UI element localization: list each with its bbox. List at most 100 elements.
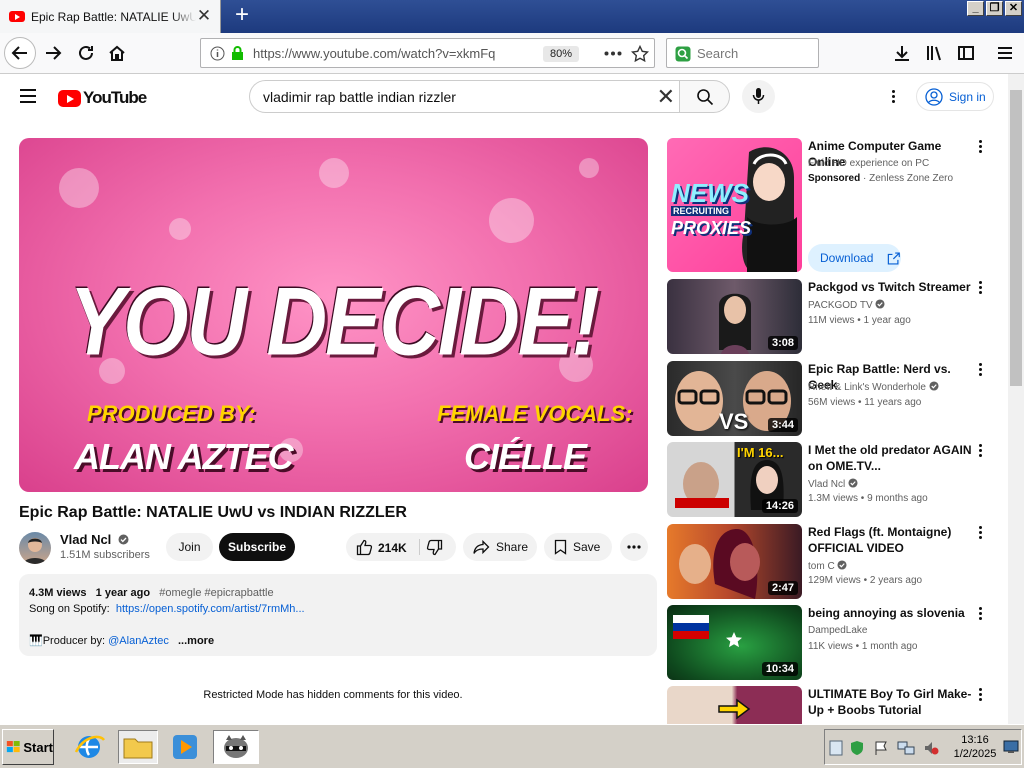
- channel-name-link[interactable]: Rhett & Link's Wonderhole: [808, 381, 939, 393]
- security-shield-icon[interactable]: [849, 740, 865, 756]
- show-more-link[interactable]: ...more: [178, 635, 214, 647]
- raccoon-app-icon[interactable]: [213, 730, 259, 764]
- video-thumbnail[interactable]: 10:34: [667, 605, 802, 680]
- description-meta: 4.3M views 1 year ago #omegle #epicrapba…: [29, 585, 647, 601]
- clock[interactable]: 13:16 1/2/2025: [950, 733, 1000, 761]
- sign-in-button[interactable]: Sign in: [916, 82, 994, 111]
- show-desktop-icon[interactable]: [1003, 740, 1019, 754]
- video-thumbnail[interactable]: VS 3:44: [667, 361, 802, 436]
- video-menu-icon[interactable]: [974, 363, 986, 381]
- video-thumbnail[interactable]: 2:47: [667, 524, 802, 599]
- save-button[interactable]: Save: [544, 533, 612, 561]
- share-button[interactable]: Share: [463, 533, 537, 561]
- channel-name[interactable]: Vlad Ncl: [60, 532, 129, 547]
- clear-search-icon[interactable]: ✕: [657, 86, 675, 108]
- subscribe-button[interactable]: Subscribe: [219, 533, 295, 561]
- downloads-button[interactable]: [887, 38, 917, 68]
- like-count[interactable]: 214K: [378, 541, 407, 555]
- recommendation-item[interactable]: ULTIMATE Boy To Girl Make-Up + Boobs Tut…: [667, 686, 1007, 724]
- volume-muted-icon[interactable]: [923, 740, 939, 756]
- video-title: Epic Rap Battle: NATALIE UwU vs INDIAN R…: [19, 504, 407, 521]
- video-menu-icon[interactable]: [974, 444, 986, 462]
- url-bar[interactable]: https://www.youtube.com/watch?v=xkmFq 80…: [200, 38, 655, 68]
- video-title-link[interactable]: I Met the old predator AGAIN on OME.TV..…: [808, 442, 973, 474]
- verified-icon: [118, 534, 129, 545]
- back-button[interactable]: [4, 37, 36, 69]
- description-box[interactable]: 4.3M views 1 year ago #omegle #epicrapba…: [19, 574, 657, 656]
- spotify-link[interactable]: https://open.spotify.com/artist/7rmMh...: [116, 603, 305, 615]
- library-button[interactable]: [919, 38, 949, 68]
- video-menu-icon[interactable]: [974, 281, 986, 299]
- more-actions-button[interactable]: [620, 533, 648, 561]
- video-menu-icon[interactable]: [974, 688, 986, 706]
- recommendation-item[interactable]: 2:47 Red Flags (ft. Montaigne) OFFICIAL …: [667, 524, 1007, 600]
- ad-download-button[interactable]: Download: [808, 244, 901, 272]
- video-thumbnail[interactable]: I'M 16... 14:26: [667, 442, 802, 517]
- recommendation-item[interactable]: 3:08 Packgod vs Twitch Streamer PACKGOD …: [667, 279, 1007, 355]
- network-icon[interactable]: [897, 740, 915, 756]
- recommendation-item[interactable]: 10:34 being annoying as slovenia DampedL…: [667, 605, 1007, 681]
- scrollbar-thumb[interactable]: [1010, 90, 1022, 386]
- close-window-button[interactable]: ✕: [1005, 1, 1022, 16]
- video-thumbnail[interactable]: [667, 686, 802, 724]
- start-button[interactable]: Start: [2, 729, 54, 765]
- video-menu-icon[interactable]: [974, 526, 986, 544]
- subscriber-count: 1.51M subscribers: [60, 549, 150, 561]
- tab-title: Epic Rap Battle: NATALIE UwU vs INDIAN R…: [31, 9, 196, 24]
- microphone-icon: [752, 88, 765, 104]
- internet-explorer-icon[interactable]: [72, 730, 106, 764]
- ad-menu-icon[interactable]: [974, 140, 986, 158]
- channel-avatar[interactable]: [19, 532, 51, 564]
- page-actions-icon[interactable]: [604, 51, 622, 56]
- close-tab-icon[interactable]: ✕: [196, 7, 212, 24]
- female-vocals-label: FEMALE VOCALS:: [437, 401, 633, 426]
- video-thumbnail[interactable]: 3:08: [667, 279, 802, 354]
- thumbs-up-icon[interactable]: [356, 539, 373, 556]
- flag-icon[interactable]: [873, 740, 889, 756]
- browser-search-field[interactable]: Search: [666, 38, 819, 68]
- video-duration: 3:44: [767, 418, 798, 432]
- hashtags[interactable]: #omegle #epicrapbattle: [159, 587, 273, 599]
- voice-search-button[interactable]: [742, 80, 775, 113]
- minimize-button[interactable]: _: [967, 1, 984, 16]
- reload-button[interactable]: [71, 38, 101, 68]
- download-icon: [895, 46, 909, 61]
- join-button[interactable]: Join: [166, 533, 213, 561]
- lock-icon: [232, 46, 243, 60]
- forward-button[interactable]: [38, 38, 68, 68]
- channel-name-link[interactable]: Vlad Ncl: [808, 478, 858, 490]
- home-button[interactable]: [102, 38, 132, 68]
- youtube-search-input[interactable]: vladimir rap battle indian rizzler ✕: [249, 80, 679, 113]
- browser-menu-button[interactable]: [990, 38, 1020, 68]
- sidebar-toggle-button[interactable]: [951, 38, 981, 68]
- video-player[interactable]: YOU DECIDE! PRODUCED BY: ALAN AZTEC FEMA…: [19, 138, 648, 492]
- page-scrollbar[interactable]: [1008, 74, 1024, 724]
- channel-name-link[interactable]: tom C: [808, 560, 847, 572]
- file-explorer-icon[interactable]: [118, 730, 158, 764]
- youtube-search-button[interactable]: [679, 80, 730, 113]
- video-title-link[interactable]: ULTIMATE Boy To Girl Make-Up + Boobs Tut…: [808, 686, 973, 718]
- video-menu-icon[interactable]: [974, 607, 986, 625]
- video-title-link[interactable]: being annoying as slovenia: [808, 605, 973, 621]
- video-title-link[interactable]: Red Flags (ft. Montaigne) OFFICIAL VIDEO: [808, 524, 973, 556]
- recommendation-item[interactable]: I'M 16... 14:26 I Met the old predator A…: [667, 442, 1007, 518]
- channel-name-link[interactable]: DampedLake: [808, 625, 867, 636]
- media-player-icon[interactable]: [168, 730, 202, 764]
- settings-kebab-icon[interactable]: [885, 86, 901, 106]
- producer-link[interactable]: @AlanAztec: [108, 635, 169, 647]
- zoom-indicator[interactable]: 80%: [543, 46, 579, 62]
- channel-name-link[interactable]: PACKGOD TV: [808, 299, 885, 311]
- guide-menu-icon[interactable]: [20, 89, 36, 103]
- restore-button[interactable]: ❐: [986, 1, 1003, 16]
- bookmark-star-icon[interactable]: [631, 45, 649, 63]
- new-tab-button[interactable]: +: [230, 3, 254, 28]
- sidebar-icon: [958, 46, 974, 60]
- youtube-logo[interactable]: YouTube: [58, 88, 147, 108]
- video-title-link[interactable]: Packgod vs Twitch Streamer: [808, 279, 973, 295]
- tray-app-icon[interactable]: [829, 740, 843, 756]
- ad-thumbnail[interactable]: NEWS RECRUITING PROXIES: [667, 138, 802, 272]
- thumbs-down-icon[interactable]: [426, 539, 443, 556]
- ad-subtitle: Fluid HD experience on PC: [808, 158, 930, 169]
- recommendation-item[interactable]: VS 3:44 Epic Rap Battle: Nerd vs. Geek R…: [667, 361, 1007, 437]
- browser-tab[interactable]: Epic Rap Battle: NATALIE UwU vs INDIAN R…: [0, 0, 221, 33]
